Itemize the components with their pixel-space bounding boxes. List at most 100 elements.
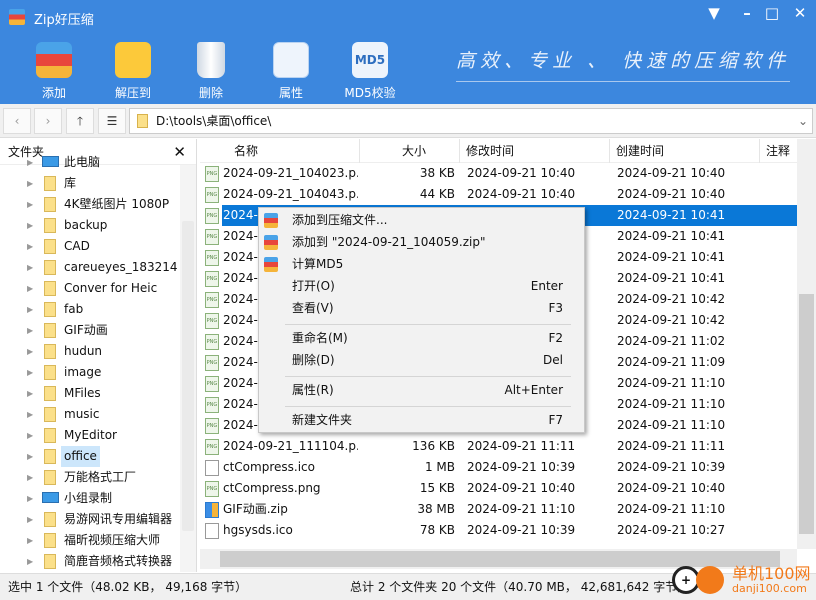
expand-arrow-icon[interactable]: ▶ bbox=[27, 341, 33, 362]
file-created: 2024-09-21 10:42 bbox=[617, 313, 726, 327]
expand-arrow-icon[interactable]: ▶ bbox=[27, 530, 33, 551]
menu-item-label: 删除(D) bbox=[292, 353, 335, 367]
expand-arrow-icon[interactable]: ▶ bbox=[27, 299, 33, 320]
add-button[interactable]: 添加 bbox=[24, 42, 84, 101]
context-menu-item[interactable]: 查看(V) F3 bbox=[259, 298, 584, 319]
file-size: 1 MB bbox=[424, 460, 455, 474]
file-row[interactable]: PNG 2024-09-21_104043.p... 44 KB 2024-09-21… bbox=[200, 184, 797, 205]
column-note[interactable]: 注释 bbox=[760, 139, 797, 163]
file-row[interactable]: PNG 2024-09-21_111104.p... 136 KB 2024-09-2… bbox=[200, 436, 797, 457]
tree-item[interactable]: ▶ CAD bbox=[0, 236, 180, 257]
back-button[interactable]: ‹ bbox=[3, 108, 31, 134]
tree-item[interactable]: ▶ 福昕视频压缩大师 bbox=[0, 530, 180, 551]
tree-item[interactable]: ▶ MFiles bbox=[0, 383, 180, 404]
scrollbar-thumb[interactable] bbox=[799, 294, 814, 534]
tree-item[interactable]: ▶ careueyes_183214 bbox=[0, 257, 180, 278]
extract-button[interactable]: 解压到 bbox=[103, 42, 163, 101]
expand-arrow-icon[interactable]: ▶ bbox=[27, 278, 33, 299]
file-row[interactable]: GIF动画.zip 38 MB 2024-09-21 11:10 2024-09-21… bbox=[200, 499, 797, 520]
tree-item[interactable]: ▶ backup bbox=[0, 215, 180, 236]
tree-item[interactable]: ▶ MyEditor bbox=[0, 425, 180, 446]
column-created[interactable]: 创建时间 bbox=[610, 139, 760, 163]
properties-button[interactable]: 属性 bbox=[261, 42, 321, 101]
maximize-button[interactable]: □ bbox=[760, 4, 784, 24]
expand-arrow-icon[interactable]: ▶ bbox=[27, 383, 33, 404]
expand-arrow-icon[interactable]: ▶ bbox=[27, 236, 33, 257]
folder-icon bbox=[44, 302, 56, 317]
column-modified[interactable]: 修改时间 bbox=[460, 139, 610, 163]
tree-item-label: 此电脑 bbox=[64, 155, 101, 169]
menu-separator bbox=[285, 406, 571, 407]
context-menu-item[interactable]: 重命名(M) F2 bbox=[259, 328, 584, 349]
menu-dropdown-icon[interactable]: ▼ bbox=[702, 4, 726, 24]
vertical-scrollbar[interactable] bbox=[797, 139, 816, 549]
context-menu-item[interactable]: 计算MD5 bbox=[259, 254, 584, 275]
title-toolbar-area: Zip好压缩 ▼ – □ ✕ 添加 解压到 删除 属性 MD5 MD5校验 高效、… bbox=[0, 0, 816, 104]
context-menu-item[interactable]: 新建文件夹 F7 bbox=[259, 410, 584, 431]
folder-icon bbox=[44, 260, 56, 275]
tree-item[interactable]: ▶ 4K壁纸图片 1080P bbox=[0, 194, 180, 215]
file-row[interactable]: ctCompress.ico 1 MB 2024-09-21 10:39 2024-0… bbox=[200, 457, 797, 478]
delete-button[interactable]: 删除 bbox=[181, 42, 241, 101]
expand-arrow-icon[interactable]: ▶ bbox=[27, 425, 33, 446]
tree-item-label: 易游网讯专用编辑器 bbox=[64, 512, 173, 526]
file-modified: 2024-09-21 11:11 bbox=[467, 439, 576, 453]
tree-item-label: GIF动画 bbox=[64, 323, 108, 337]
context-menu-item[interactable]: 删除(D) Del bbox=[259, 350, 584, 371]
file-created: 2024-09-21 10:39 bbox=[617, 460, 726, 474]
tree-item[interactable]: ▶ GIF动画 bbox=[0, 320, 180, 341]
expand-arrow-icon[interactable]: ▶ bbox=[27, 362, 33, 383]
file-size: 136 KB bbox=[412, 439, 455, 453]
close-button[interactable]: ✕ bbox=[788, 4, 812, 24]
chevron-down-icon[interactable]: ⌄ bbox=[798, 109, 808, 133]
column-name[interactable]: 名称 bbox=[200, 139, 360, 163]
tree-item-label: 小组录制 bbox=[64, 491, 113, 505]
context-menu-item[interactable]: 属性(R) Alt+Enter bbox=[259, 380, 584, 401]
expand-arrow-icon[interactable]: ▶ bbox=[27, 446, 33, 467]
expand-arrow-icon[interactable]: ▶ bbox=[27, 488, 33, 509]
forward-button[interactable]: › bbox=[34, 108, 62, 134]
context-menu-item[interactable]: 添加到 "2024-09-21_104059.zip" bbox=[259, 232, 584, 253]
up-button[interactable]: 🡑 bbox=[66, 108, 94, 134]
app-title: Zip好压缩 bbox=[34, 13, 94, 28]
expand-arrow-icon[interactable]: ▶ bbox=[27, 152, 33, 173]
expand-arrow-icon[interactable]: ▶ bbox=[27, 257, 33, 278]
tree-item[interactable]: ▶ 小组录制 bbox=[0, 488, 180, 509]
expand-arrow-icon[interactable]: ▶ bbox=[27, 194, 33, 215]
expand-arrow-icon[interactable]: ▶ bbox=[27, 404, 33, 425]
expand-arrow-icon[interactable]: ▶ bbox=[27, 551, 33, 572]
file-row[interactable]: hgsysds.ico 78 KB 2024-09-21 10:39 2024-09-… bbox=[200, 520, 797, 541]
tree-item[interactable]: ▶ Conver for Heic bbox=[0, 278, 180, 299]
tree-item[interactable]: ▶ 此电脑 bbox=[0, 152, 180, 173]
file-name: 2024-09-21_104023.p... bbox=[223, 166, 358, 180]
tree-item[interactable]: ▶ music bbox=[0, 404, 180, 425]
expand-arrow-icon[interactable]: ▶ bbox=[27, 467, 33, 488]
file-row[interactable]: PNG 2024-09-21_104023.p... 38 KB 2024-09-21… bbox=[200, 163, 797, 184]
expand-arrow-icon[interactable]: ▶ bbox=[27, 215, 33, 236]
tree-item[interactable]: ▶ 简鹿音频格式转换器 bbox=[0, 551, 180, 572]
tree-item[interactable]: ▶ 万能格式工厂 bbox=[0, 467, 180, 488]
tree-item-label: 福昕视频压缩大师 bbox=[64, 533, 161, 547]
scrollbar-thumb[interactable] bbox=[182, 221, 194, 531]
tree-item[interactable]: ▶ 易游网讯专用编辑器 bbox=[0, 509, 180, 530]
tree-item[interactable]: ▶ fab bbox=[0, 299, 180, 320]
view-toggle-button[interactable]: ☰ bbox=[98, 108, 126, 134]
tree-item[interactable]: ▶ image bbox=[0, 362, 180, 383]
tree-scrollbar[interactable] bbox=[180, 165, 196, 572]
file-created: 2024-09-21 10:40 bbox=[617, 187, 726, 201]
expand-arrow-icon[interactable]: ▶ bbox=[27, 320, 33, 341]
expand-arrow-icon[interactable]: ▶ bbox=[27, 509, 33, 530]
png-file-icon: PNG bbox=[205, 397, 219, 413]
context-menu-item[interactable]: 打开(O) Enter bbox=[259, 276, 584, 297]
md5-button[interactable]: MD5 MD5校验 bbox=[340, 42, 400, 101]
column-size[interactable]: 大小 bbox=[360, 139, 460, 163]
tree-item[interactable]: ▶ office bbox=[0, 446, 180, 467]
tree-item[interactable]: ▶ 库 bbox=[0, 173, 180, 194]
tree-item[interactable]: ▶ hudun bbox=[0, 341, 180, 362]
minimize-button[interactable]: – bbox=[735, 4, 759, 24]
context-menu-item[interactable]: 添加到压缩文件... bbox=[259, 210, 584, 231]
png-file-icon: PNG bbox=[205, 313, 219, 329]
file-row[interactable]: PNG ctCompress.png 15 KB 2024-09-21 10:40 20… bbox=[200, 478, 797, 499]
expand-arrow-icon[interactable]: ▶ bbox=[27, 173, 33, 194]
path-input[interactable]: D:\tools\桌面\office\ ⌄ bbox=[129, 108, 813, 134]
